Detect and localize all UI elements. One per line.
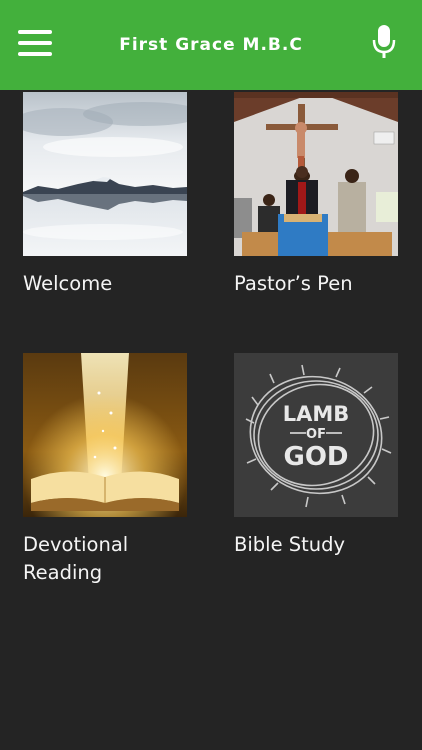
tile-welcome[interactable]: Welcome (23, 92, 187, 298)
devotional-reading-image (23, 353, 187, 517)
bible-study-image: LAMB OF GOD (234, 353, 398, 517)
tile-label: Devotional Reading (23, 533, 129, 584)
tile-bible-study[interactable]: LAMB OF GOD Bible Study (234, 353, 398, 559)
pastors-pen-image (234, 92, 398, 256)
microphone-button[interactable] (370, 24, 398, 60)
tile-label: Pastor’s Pen (234, 272, 353, 295)
tile-devotional-reading[interactable]: Devotional Reading (23, 353, 187, 587)
app-bar: First Grace M.B.C (0, 0, 422, 90)
tile-pastors-pen[interactable]: Pastor’s Pen (234, 92, 398, 298)
lamb-of-god-line2: OF (306, 427, 326, 442)
tile-label: Welcome (23, 272, 113, 295)
content-grid: Welcome Pastor’s Pen Devotional Reading … (0, 90, 422, 750)
lamb-of-god-line1: LAMB (283, 402, 350, 426)
tile-label: Bible Study (234, 533, 346, 556)
lamb-of-god-line3: GOD (283, 442, 348, 472)
app-title: First Grace M.B.C (119, 35, 303, 55)
microphone-icon (372, 25, 396, 58)
welcome-image (23, 92, 187, 256)
